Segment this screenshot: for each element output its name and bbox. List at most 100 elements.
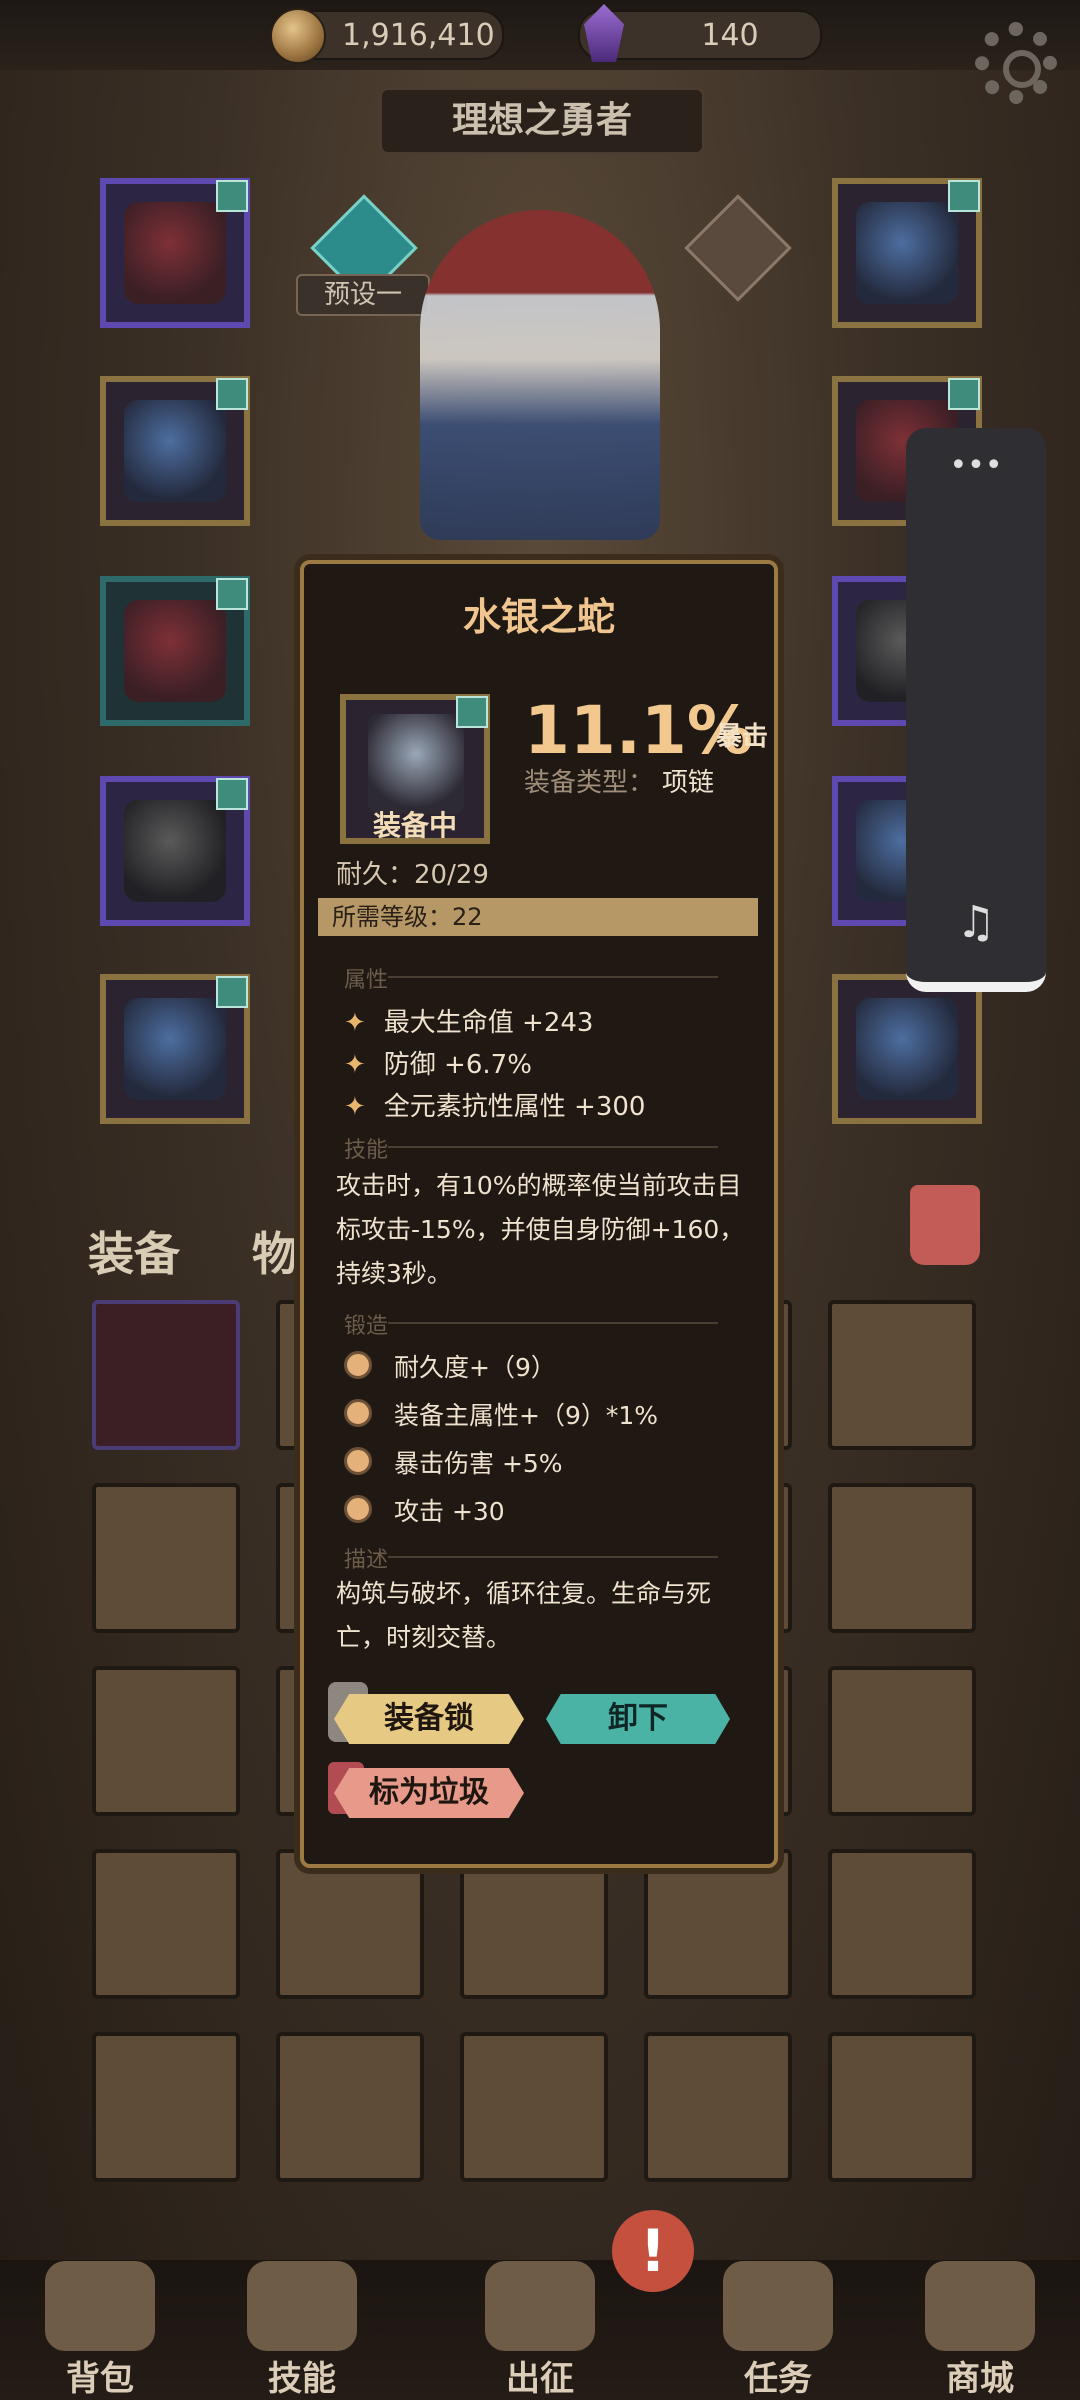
tab-equip[interactable]: 装备 xyxy=(88,1218,180,1284)
inventory-slot[interactable] xyxy=(92,1849,240,1999)
equip-slot-gloves[interactable] xyxy=(100,576,250,726)
nav-shop[interactable]: 商城 xyxy=(900,2261,1060,2400)
nav-skills[interactable]: 技能 xyxy=(222,2261,382,2400)
equip-slot-boots[interactable] xyxy=(100,974,250,1124)
gem-icon xyxy=(584,4,624,62)
slot-tag xyxy=(456,696,488,728)
music-widget[interactable]: ••• ♫ xyxy=(906,428,1046,992)
divider xyxy=(388,1322,718,1324)
equip-slot-offhand[interactable] xyxy=(832,974,982,1124)
item-description: 构筑与破坏，循环往复。生命与死亡，时刻交替。 xyxy=(336,1579,712,1652)
inventory-slot[interactable] xyxy=(92,1300,240,1450)
inventory-slot[interactable] xyxy=(92,2032,240,2182)
backpack-icon xyxy=(45,2261,155,2351)
spellbook-icon xyxy=(247,2261,357,2351)
inventory-slot[interactable] xyxy=(644,2032,792,2182)
forge-text: 攻击 +30 xyxy=(394,1497,505,1526)
trash-bin-icon[interactable] xyxy=(910,1185,980,1265)
inventory-slot[interactable] xyxy=(828,1849,976,1999)
nav-backpack[interactable]: 背包 xyxy=(20,2261,180,2400)
mark-trash-button[interactable]: 标为垃圾 xyxy=(334,1768,524,1818)
inventory-slot[interactable] xyxy=(92,1483,240,1633)
inventory-slot[interactable] xyxy=(92,1666,240,1816)
gold-amount: 1,916,410 xyxy=(342,17,495,53)
gold-coin-icon xyxy=(270,8,326,64)
nav-expedition[interactable]: 出征 xyxy=(460,2261,620,2400)
divider xyxy=(388,976,718,978)
slot-tag xyxy=(216,578,248,610)
preset-selector[interactable]: 预设一 xyxy=(296,274,430,316)
inventory-slot[interactable] xyxy=(828,2032,976,2182)
inventory-slot[interactable] xyxy=(644,1849,792,1999)
nav-label: 任务 xyxy=(744,2359,812,2399)
inventory-slot[interactable] xyxy=(828,1483,976,1633)
required-level: 所需等级：22 xyxy=(318,898,758,936)
pants-icon xyxy=(124,800,226,902)
equip-slot-necklace[interactable] xyxy=(832,178,982,328)
armor-icon xyxy=(124,400,226,502)
more-menu-icon[interactable]: ••• xyxy=(906,448,1046,483)
serpent-necklace-icon xyxy=(368,714,464,814)
attribute-line: ✦ 防御 +6.7% xyxy=(344,1044,532,1081)
alert-badge-icon[interactable]: ! xyxy=(612,2210,694,2292)
attribute-text: 最大生命值 +243 xyxy=(383,1008,594,1038)
item-type-label: 装备类型： xyxy=(524,768,655,798)
unequip-button[interactable]: 卸下 xyxy=(546,1694,730,1744)
divider xyxy=(388,1556,718,1558)
main-stat-type: 暴击 xyxy=(716,722,769,752)
skill-description: 攻击时，有10%的概率使当前攻击目标攻击-15%，并使自身防御+160，持续3秒… xyxy=(336,1171,745,1288)
hat-icon xyxy=(124,202,226,304)
shield-icon xyxy=(856,998,958,1100)
slot-tag xyxy=(948,378,980,410)
gem-amount: 140 xyxy=(701,17,759,53)
forge-dot-icon xyxy=(344,1495,372,1523)
equip-slot-pants[interactable] xyxy=(100,776,250,926)
inventory-slot[interactable] xyxy=(460,1849,608,1999)
top-bar xyxy=(0,0,1080,70)
inventory-slot[interactable] xyxy=(276,2032,424,2182)
inventory-slot[interactable] xyxy=(828,1300,976,1450)
equip-slot-helmet[interactable] xyxy=(100,178,250,328)
section-description: 描述 xyxy=(344,1548,389,1573)
music-note-icon[interactable]: ♫ xyxy=(906,897,1046,948)
forge-dot-icon xyxy=(344,1351,372,1379)
gem-counter: 140 xyxy=(578,4,822,62)
section-attributes: 属性 xyxy=(344,968,389,993)
inventory-slot[interactable] xyxy=(276,1849,424,1999)
slot-tag xyxy=(216,378,248,410)
crown-shop-icon xyxy=(925,2261,1035,2351)
hero-title: 理想之勇者 xyxy=(380,88,704,154)
star-icon: ✦ xyxy=(344,1092,366,1122)
equip-slot-armor[interactable] xyxy=(100,376,250,526)
nav-label: 商城 xyxy=(946,2359,1014,2399)
equip-lock-button[interactable]: 装备锁 xyxy=(334,1694,524,1744)
durability: 耐久：20/29 xyxy=(336,860,489,890)
settings-gear-icon[interactable] xyxy=(975,22,1057,104)
item-type-value: 项链 xyxy=(662,768,715,798)
divider xyxy=(388,1146,718,1148)
forge-line: 装备主属性+（9）*1% xyxy=(344,1396,658,1432)
attribute-line: ✦ 最大生命值 +243 xyxy=(344,1002,593,1039)
forge-line: 暴击伤害 +5% xyxy=(344,1444,563,1480)
forge-text: 耐久度+（9） xyxy=(394,1353,556,1382)
item-detail-popup: 水银之蛇 装备中 11.1% 暴击 装备类型： 项链 耐久：20/29 所需等级：… xyxy=(300,560,778,1868)
equipped-label: 装备中 xyxy=(372,809,457,842)
section-forge: 锻造 xyxy=(344,1314,389,1339)
glove-icon xyxy=(124,600,226,702)
star-icon: ✦ xyxy=(344,1008,366,1038)
inventory-slot[interactable] xyxy=(828,1666,976,1816)
attribute-text: 防御 +6.7% xyxy=(383,1050,532,1080)
boots-icon xyxy=(124,998,226,1100)
forge-text: 暴击伤害 +5% xyxy=(394,1449,563,1478)
attribute-line: ✦ 全元素抗性属性 +300 xyxy=(344,1086,645,1123)
inventory-slot[interactable] xyxy=(460,2032,608,2182)
horn-icon xyxy=(723,2261,833,2351)
nav-quests[interactable]: 任务 xyxy=(698,2261,858,2400)
forge-dot-icon xyxy=(344,1447,372,1475)
attribute-text: 全元素抗性属性 +300 xyxy=(383,1092,646,1122)
forge-text: 装备主属性+（9）*1% xyxy=(394,1401,659,1430)
nav-label: 技能 xyxy=(268,2359,336,2399)
slot-tag xyxy=(216,976,248,1008)
star-icon: ✦ xyxy=(344,1050,366,1080)
forge-dot-icon xyxy=(344,1399,372,1427)
